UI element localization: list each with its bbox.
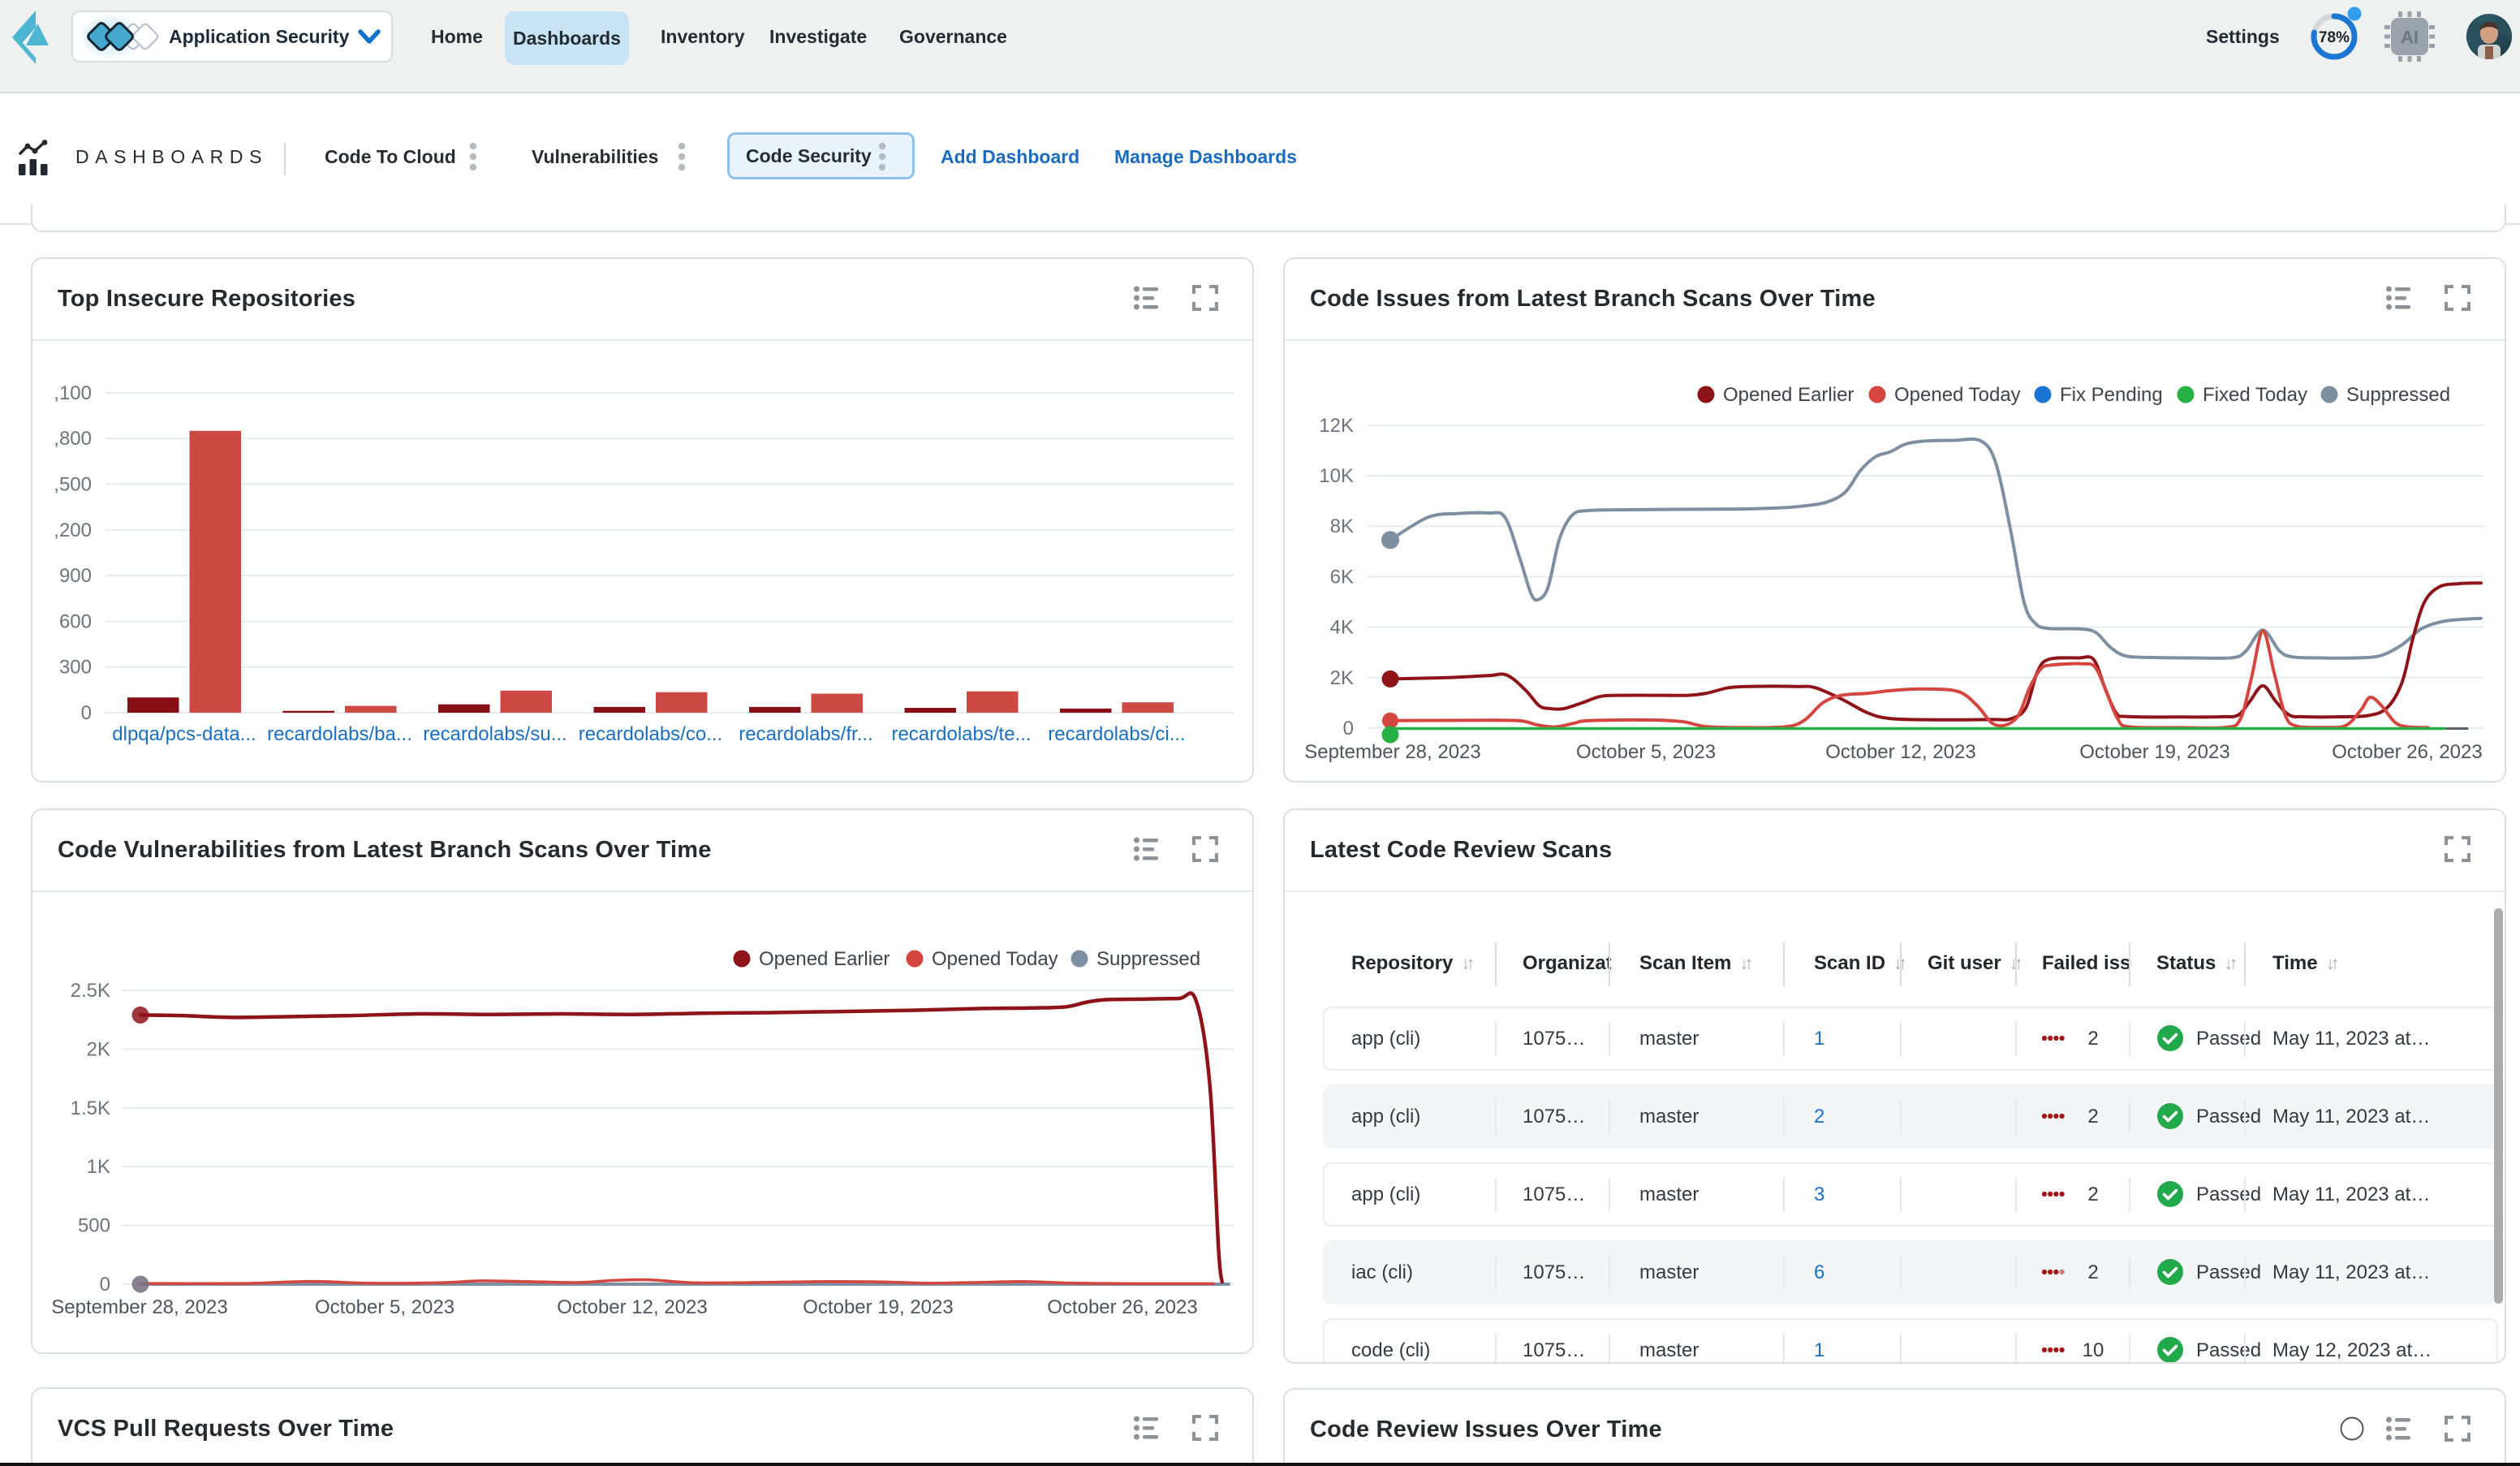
svg-text:600: 600 [59,610,92,632]
svg-text:2K: 2K [87,1038,110,1060]
svg-text:10K: 10K [1319,465,1354,487]
svg-text:Fixed Today: Fixed Today [2203,384,2307,406]
svg-text:October 12, 2023: October 12, 2023 [1825,741,1975,763]
svg-text:1.5K: 1.5K [71,1097,110,1119]
svg-text:2.5K: 2.5K [71,980,110,1002]
svg-text:0: 0 [1343,718,1354,739]
svg-text:6K: 6K [1330,566,1354,588]
svg-text:Opened Earlier: Opened Earlier [1723,384,1854,406]
svg-text:,800: ,800 [54,428,92,450]
svg-text:4K: 4K [1330,617,1354,639]
svg-text:recardolabs/te...: recardolabs/te... [891,723,1031,745]
svg-text:October 5, 2023: October 5, 2023 [1576,741,1716,763]
svg-text:Fix Pending: Fix Pending [2060,384,2163,406]
svg-text:78%: 78% [2319,29,2350,46]
svg-text:12K: 12K [1319,415,1354,437]
svg-text:Suppressed: Suppressed [2346,384,2450,406]
svg-text:Opened Today: Opened Today [1894,384,2021,406]
svg-text:recardolabs/ba...: recardolabs/ba... [267,723,412,745]
svg-text:October 19, 2023: October 19, 2023 [803,1296,953,1318]
svg-text:October 12, 2023: October 12, 2023 [557,1296,707,1318]
svg-text:2K: 2K [1330,667,1354,689]
svg-text:0: 0 [81,702,92,724]
svg-text:,500: ,500 [54,474,92,496]
svg-text:AI: AI [2401,28,2419,48]
svg-text:October 5, 2023: October 5, 2023 [315,1296,454,1318]
svg-text:September 28, 2023: September 28, 2023 [51,1296,228,1318]
svg-text:October 26, 2023: October 26, 2023 [2332,741,2482,763]
svg-text:October 26, 2023: October 26, 2023 [1047,1296,1197,1318]
svg-text:300: 300 [59,657,92,679]
svg-text:Opened Today: Opened Today [932,948,1058,970]
svg-text:recardolabs/fr...: recardolabs/fr... [739,723,872,745]
svg-text:500: 500 [78,1215,110,1237]
svg-text:recardolabs/co...: recardolabs/co... [579,723,722,745]
svg-text:dlpqa/pcs-data...: dlpqa/pcs-data... [112,723,256,745]
svg-text:October 19, 2023: October 19, 2023 [2079,741,2229,763]
svg-text:recardolabs/su...: recardolabs/su... [423,723,566,745]
svg-text:8K: 8K [1330,515,1354,537]
svg-text:0: 0 [100,1274,110,1296]
svg-text:900: 900 [59,565,92,587]
svg-text:Suppressed: Suppressed [1096,948,1200,970]
svg-text:Opened Earlier: Opened Earlier [759,948,890,970]
svg-text:recardolabs/ci...: recardolabs/ci... [1048,723,1185,745]
svg-text:1K: 1K [87,1156,110,1178]
svg-text:September 28, 2023: September 28, 2023 [1304,741,1481,763]
svg-text:,100: ,100 [54,382,92,404]
svg-text:,200: ,200 [54,520,92,541]
